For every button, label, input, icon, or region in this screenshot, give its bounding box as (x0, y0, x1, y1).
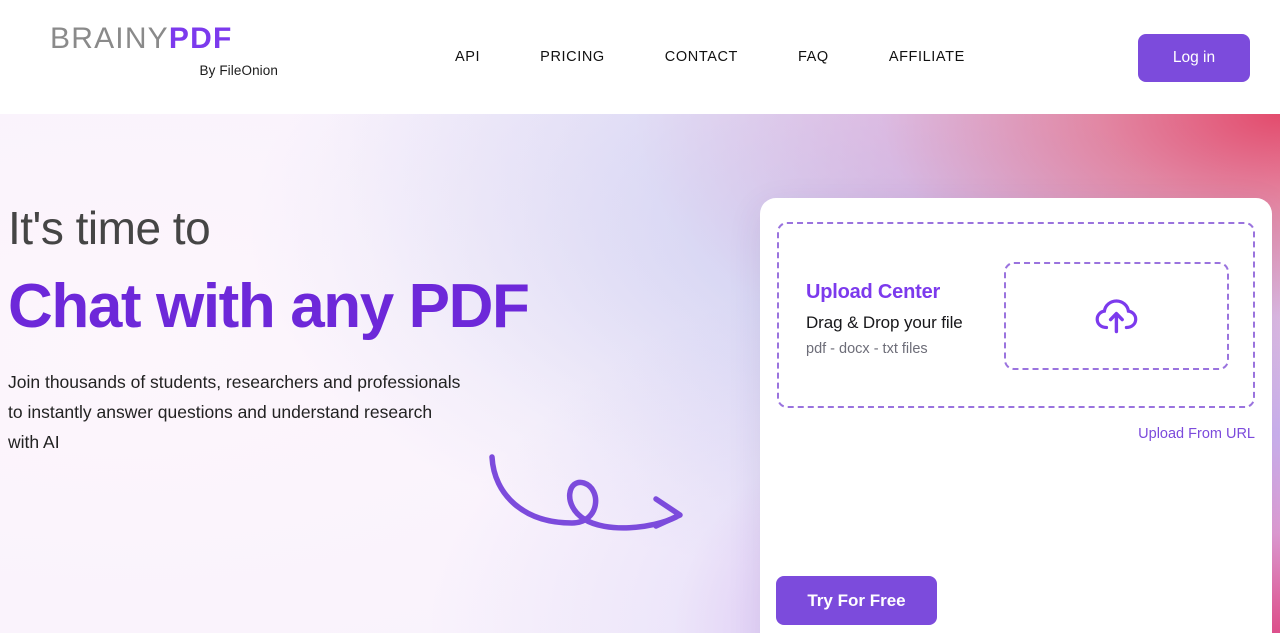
logo-wordmark: BRAINYPDF (50, 24, 310, 54)
upload-card: Upload Center Drag & Drop your file pdf … (760, 198, 1272, 633)
try-for-free-button[interactable]: Try For Free (776, 576, 937, 625)
hero-subcopy-line-1: Join thousands of students, researchers … (8, 372, 461, 393)
site-header: BRAINYPDF By FileOnion API PRICING CONTA… (0, 0, 1280, 114)
logo-subtitle: By FileOnion (199, 63, 278, 78)
hero-copy: It's time to Chat with any PDF Join thou… (8, 204, 708, 457)
hero-section: It's time to Chat with any PDF Join thou… (0, 114, 1280, 633)
hero-subcopy-line-3: with AI (8, 432, 60, 453)
hero-headline-top: It's time to (8, 202, 211, 254)
upload-from-url-link[interactable]: Upload From URL (1138, 426, 1255, 442)
nav-item-faq[interactable]: FAQ (798, 41, 829, 73)
nav-item-contact[interactable]: CONTACT (665, 41, 738, 73)
upload-center-texts: Upload Center Drag & Drop your file pdf … (806, 281, 1026, 357)
nav-item-pricing[interactable]: PRICING (540, 41, 605, 73)
logo-text-brainy: BRAINY (50, 22, 169, 55)
upload-dropzone-target[interactable] (1004, 262, 1229, 370)
upload-drag-text: Drag & Drop your file (806, 313, 963, 332)
hero-subcopy-line-2: to instantly answer questions and unders… (8, 402, 433, 423)
landing-page: BRAINYPDF By FileOnion API PRICING CONTA… (0, 0, 1280, 633)
hero-headline-main: Chat with any PDF (8, 272, 530, 342)
curly-arrow-icon (489, 454, 683, 531)
main-navigation: API PRICING CONTACT FAQ AFFILIATE (455, 0, 965, 114)
cloud-upload-icon (1095, 299, 1137, 334)
upload-file-types: pdf - docx - txt files (806, 341, 928, 357)
upload-dropzone-outer[interactable]: Upload Center Drag & Drop your file pdf … (777, 222, 1255, 408)
nav-item-api[interactable]: API (455, 41, 480, 73)
upload-center-title: Upload Center (806, 281, 941, 303)
logo[interactable]: BRAINYPDF By FileOnion (50, 24, 310, 79)
logo-text-pdf: PDF (168, 22, 233, 55)
nav-item-affiliate[interactable]: AFFILIATE (889, 41, 965, 73)
hero-subcopy: Join thousands of students, researchers … (8, 367, 708, 457)
login-button[interactable]: Log in (1138, 34, 1250, 82)
